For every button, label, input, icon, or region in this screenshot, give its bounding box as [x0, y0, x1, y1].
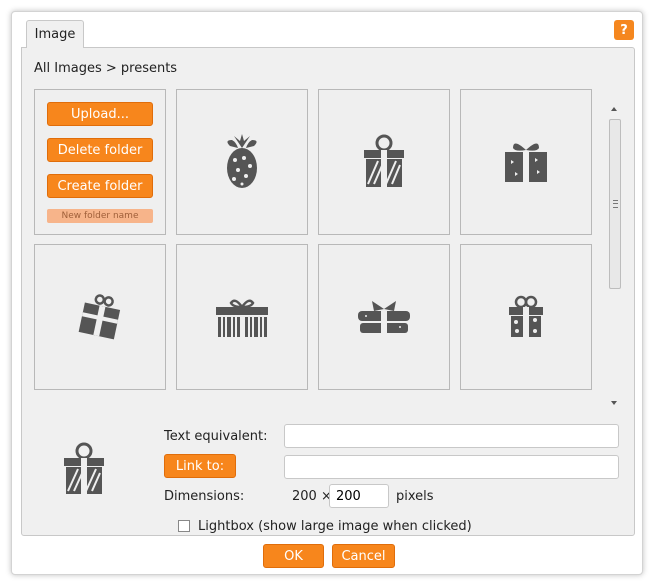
height-input[interactable] [329, 484, 389, 508]
breadcrumb: All Images > presents [34, 61, 178, 76]
scroll-down-icon[interactable] [611, 401, 617, 405]
image-thumbnail[interactable] [176, 89, 308, 235]
image-thumbnail[interactable] [176, 244, 308, 390]
image-dialog: Image ? All Images > presents Upload... … [11, 11, 643, 575]
image-thumbnail[interactable] [34, 244, 166, 390]
image-thumbnail[interactable] [460, 244, 592, 390]
dimensions-label: Dimensions: [164, 489, 245, 504]
image-thumbnail[interactable] [318, 244, 450, 390]
lightbox-checkbox[interactable] [178, 520, 190, 532]
scroll-up-icon[interactable] [611, 107, 617, 111]
pixels-label: pixels [396, 489, 434, 504]
flat-gift-box-icon [358, 301, 410, 333]
selected-image-preview [64, 442, 104, 494]
help-button[interactable]: ? [614, 20, 634, 40]
image-thumbnail[interactable] [318, 89, 450, 235]
grip-icon [613, 200, 618, 208]
cancel-button[interactable]: Cancel [332, 544, 395, 568]
lightbox-label: Lightbox (show large image when clicked) [198, 519, 472, 534]
striped-gift-box-icon [364, 134, 404, 187]
image-grid-scrollbar[interactable] [608, 103, 622, 409]
text-equivalent-input[interactable] [284, 424, 619, 448]
create-folder-button[interactable]: Create folder [47, 174, 153, 198]
scroll-thumb[interactable] [609, 119, 621, 289]
width-value: 200 × [292, 489, 332, 504]
delete-folder-button[interactable]: Delete folder [47, 138, 153, 162]
link-to-input[interactable] [284, 455, 619, 479]
upload-button[interactable]: Upload... [47, 102, 153, 126]
flower-gift-box-icon [509, 295, 543, 337]
butterfly-gift-box-icon [505, 143, 547, 182]
image-thumbnail[interactable] [460, 89, 592, 235]
new-folder-name-input[interactable] [47, 209, 153, 223]
link-to-button[interactable]: Link to: [164, 454, 236, 478]
tab-image[interactable]: Image [26, 20, 84, 48]
tilted-gift-box-icon [78, 294, 121, 340]
barcode-gift-box-icon [216, 299, 268, 337]
pineapple-gift-icon [227, 134, 257, 188]
ok-button[interactable]: OK [263, 544, 324, 568]
folder-actions-cell: Upload... Delete folder Create folder [34, 89, 166, 235]
text-equivalent-label: Text equivalent: [164, 429, 268, 444]
image-panel: All Images > presents Upload... Delete f… [21, 47, 635, 536]
